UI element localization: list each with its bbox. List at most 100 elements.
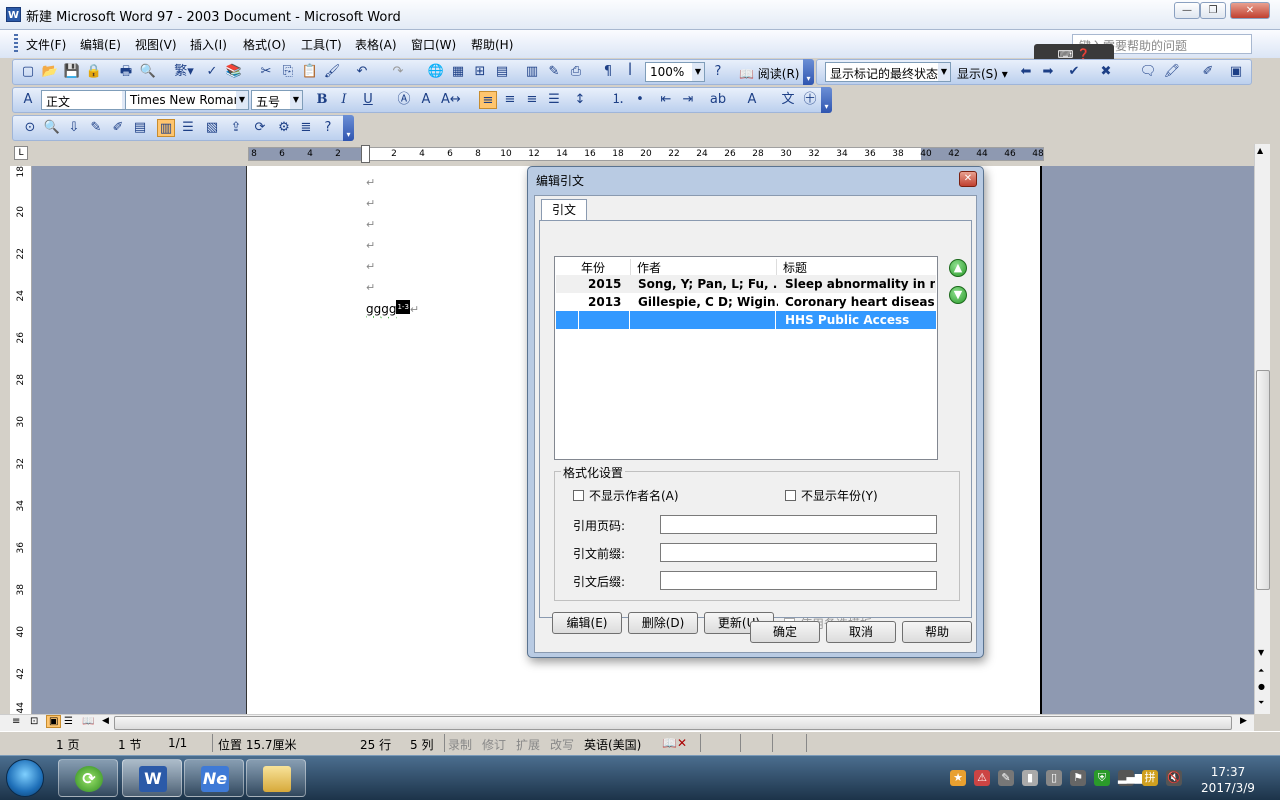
- browse-object-icon[interactable]: ●: [1258, 682, 1265, 691]
- document-map-icon[interactable]: ⎙: [567, 63, 585, 81]
- restore-button[interactable]: ❐: [1200, 2, 1226, 19]
- print-icon[interactable]: 🖶: [117, 63, 135, 81]
- new-doc-icon[interactable]: ▢: [19, 63, 37, 81]
- tray-device-icon[interactable]: ▯: [1046, 770, 1062, 786]
- ne-note-icon[interactable]: ✐: [109, 119, 127, 137]
- font-size-combo[interactable]: 五号 ▼: [251, 90, 303, 110]
- tables-borders-icon[interactable]: ▦: [449, 63, 467, 81]
- status-record[interactable]: 录制: [448, 736, 472, 753]
- help-icon[interactable]: ?: [709, 63, 727, 81]
- edit-button[interactable]: 编辑(E): [552, 612, 622, 634]
- bold-button[interactable]: B: [313, 91, 331, 109]
- taskbar-browser[interactable]: ⟳: [58, 759, 118, 797]
- scroll-right-icon[interactable]: ▶: [1240, 716, 1247, 726]
- scroll-up-icon[interactable]: ▲: [1257, 146, 1263, 155]
- menu-tools[interactable]: 工具(T): [301, 36, 342, 53]
- char-scaling-icon[interactable]: A↔: [441, 91, 461, 109]
- redo-icon[interactable]: ↷: [389, 63, 407, 81]
- ne-locate-icon[interactable]: ▧: [203, 119, 221, 137]
- status-language[interactable]: 英语(美国): [584, 736, 641, 753]
- move-down-icon[interactable]: ▼: [949, 286, 967, 304]
- vertical-scroll-thumb[interactable]: [1256, 370, 1270, 590]
- menu-grip[interactable]: [14, 34, 18, 52]
- hide-year-checkbox[interactable]: 不显示年份(Y): [785, 487, 878, 504]
- format-painter-icon[interactable]: 🖌: [323, 63, 341, 81]
- shield-icon[interactable]: ⛨: [1094, 770, 1110, 786]
- permission-icon[interactable]: 🔒: [85, 63, 103, 81]
- ne-styles-icon[interactable]: ≣: [297, 119, 315, 137]
- reading-layout-button[interactable]: 📖 阅读(R): [739, 65, 799, 82]
- italic-button[interactable]: I: [335, 91, 353, 109]
- start-button[interactable]: [6, 759, 44, 797]
- open-icon[interactable]: 📂: [41, 63, 59, 81]
- ne-edit-citation-icon[interactable]: ▥: [157, 119, 175, 137]
- cut-icon[interactable]: ✂: [257, 63, 275, 81]
- citation-field[interactable]: 1-3: [396, 300, 410, 314]
- scroll-left-icon[interactable]: ◀: [102, 716, 109, 726]
- ne-help-icon[interactable]: ?: [319, 119, 337, 137]
- print-view-icon[interactable]: ▣: [46, 715, 62, 728]
- styles-formatting-icon[interactable]: A: [19, 91, 37, 109]
- increase-indent-icon[interactable]: ⇥: [679, 91, 697, 109]
- bullets-icon[interactable]: •: [631, 91, 649, 109]
- reject-change-icon[interactable]: ✖: [1097, 63, 1115, 81]
- network-icon[interactable]: ▂▄▆: [1118, 770, 1143, 786]
- line-spacing-icon[interactable]: ↕: [571, 91, 589, 109]
- indent-marker[interactable]: [361, 145, 370, 163]
- ne-insert-icon[interactable]: ⇩: [65, 119, 83, 137]
- close-button[interactable]: ✕: [1230, 2, 1270, 19]
- table-row-selected[interactable]: HHS Public Access: [556, 311, 936, 329]
- research-icon[interactable]: 📚: [225, 63, 243, 81]
- table-row[interactable]: 2015 Song, Y; Pan, L; Fu, .. Sleep abnor…: [556, 275, 936, 293]
- insert-table-icon[interactable]: ⊞: [471, 63, 489, 81]
- show-menu-button[interactable]: 显示(S) ▾: [957, 65, 1008, 82]
- phonetic-guide-icon[interactable]: 文: [779, 91, 797, 109]
- prefix-field[interactable]: [660, 543, 937, 562]
- ne-refresh-icon[interactable]: ⟳: [251, 119, 269, 137]
- outline-view-icon[interactable]: ☰: [64, 716, 73, 727]
- ne-settings-icon[interactable]: ⚙: [275, 119, 293, 137]
- accept-change-icon[interactable]: ✔: [1065, 63, 1083, 81]
- status-overtype[interactable]: 改写: [550, 736, 574, 753]
- horizontal-ruler[interactable]: L 8 6 4 2 2 4 6 8 10 12 14 16 18 20 22 2…: [0, 143, 1280, 165]
- input-method-icon[interactable]: 拼: [1142, 770, 1158, 786]
- word-app-icon[interactable]: W: [6, 7, 21, 22]
- scroll-down-icon[interactable]: ▼: [1258, 648, 1264, 657]
- highlight-color-icon[interactable]: ab: [709, 91, 727, 109]
- reviewing-pane-icon[interactable]: ▣: [1227, 63, 1245, 81]
- decrease-indent-icon[interactable]: ⇤: [657, 91, 675, 109]
- ok-button[interactable]: 确定: [750, 621, 820, 643]
- ne-edit-icon[interactable]: ✎: [87, 119, 105, 137]
- flag-icon[interactable]: ⚑: [1070, 770, 1086, 786]
- spelling-status-icon[interactable]: 📖✕: [662, 736, 687, 750]
- menu-help[interactable]: 帮助(H): [471, 36, 513, 53]
- show-hide-icon[interactable]: ¶: [599, 63, 617, 81]
- suffix-field[interactable]: [660, 571, 937, 590]
- align-center-icon[interactable]: ≡: [501, 91, 519, 109]
- highlight-icon[interactable]: 🖍: [1163, 63, 1181, 81]
- pages-field[interactable]: [660, 515, 937, 534]
- enclose-char-icon[interactable]: ㊉: [801, 91, 819, 109]
- volume-muted-icon[interactable]: 🔇: [1166, 770, 1182, 786]
- font-combo[interactable]: Times New Roman ▼: [125, 90, 249, 110]
- toolbar-options-icon[interactable]: ▾: [803, 59, 814, 85]
- reading-view-icon[interactable]: 📖: [82, 716, 94, 727]
- toolbar-options-icon[interactable]: ▾: [343, 115, 354, 141]
- status-extend[interactable]: 扩展: [516, 736, 540, 753]
- spelling-icon[interactable]: ✓: [203, 63, 221, 81]
- char-shading-icon[interactable]: A: [417, 91, 435, 109]
- clock[interactable]: 17:37 2017/3/9: [1198, 764, 1258, 796]
- menu-format[interactable]: 格式(O): [243, 36, 286, 53]
- document-text-line[interactable]: gggg1-3↵: [366, 300, 419, 316]
- tray-security-icon[interactable]: ⚠: [974, 770, 990, 786]
- menu-file[interactable]: 文件(F): [26, 36, 66, 53]
- taskbar-noteexpress[interactable]: Ne: [184, 759, 244, 797]
- tray-tool-icon[interactable]: ✎: [998, 770, 1014, 786]
- column-header-year[interactable]: 年份: [575, 259, 631, 275]
- menu-insert[interactable]: 插入(I): [190, 36, 227, 53]
- font-color-icon[interactable]: A: [743, 91, 761, 109]
- vertical-ruler[interactable]: 18 20 22 24 26 28 30 32 34 36 38 40 42 4…: [10, 166, 32, 714]
- prev-change-icon[interactable]: ⬅: [1017, 63, 1035, 81]
- status-track[interactable]: 修订: [482, 736, 506, 753]
- normal-view-icon[interactable]: ≡: [12, 716, 20, 727]
